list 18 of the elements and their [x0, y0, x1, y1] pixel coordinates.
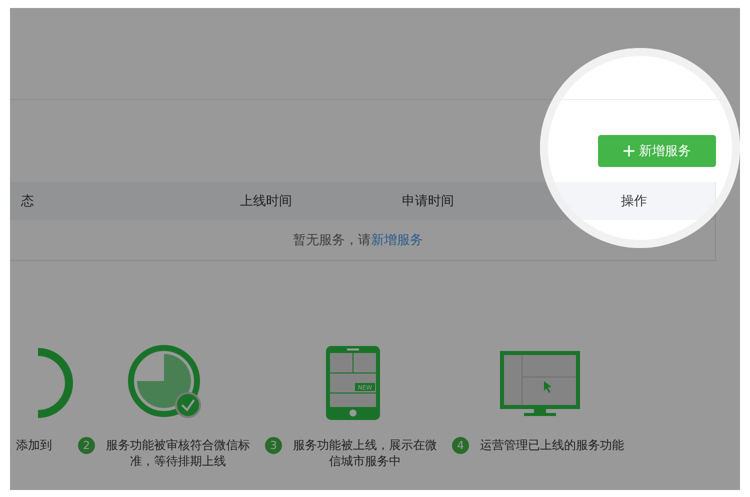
- add-service-link[interactable]: 新增服务: [371, 233, 423, 248]
- column-header: 上线时间: [239, 193, 293, 210]
- column-header: 操作: [620, 193, 648, 210]
- step-text: 服务功能被审核符合微信标准，等待排期上线: [105, 437, 251, 469]
- empty-message: 暂无服务，请新增服务: [293, 232, 423, 249]
- step-icon: [38, 348, 73, 418]
- column-header: 态: [21, 193, 35, 210]
- step-text: 添加到: [16, 437, 52, 453]
- plus-icon: [623, 145, 635, 157]
- step-number: 2: [78, 437, 95, 454]
- step-text: 运营管理已上线的服务功能: [479, 437, 625, 453]
- add-service-button[interactable]: 新增服务: [598, 135, 716, 167]
- monitor-icon: [498, 349, 582, 417]
- step-number: 3: [265, 437, 282, 454]
- column-header: 申请时间: [401, 193, 455, 210]
- step-text: 服务功能被上线，展示在微信城市服务中: [292, 437, 438, 469]
- clock-icon: [128, 345, 204, 421]
- step-number: 4: [452, 437, 469, 454]
